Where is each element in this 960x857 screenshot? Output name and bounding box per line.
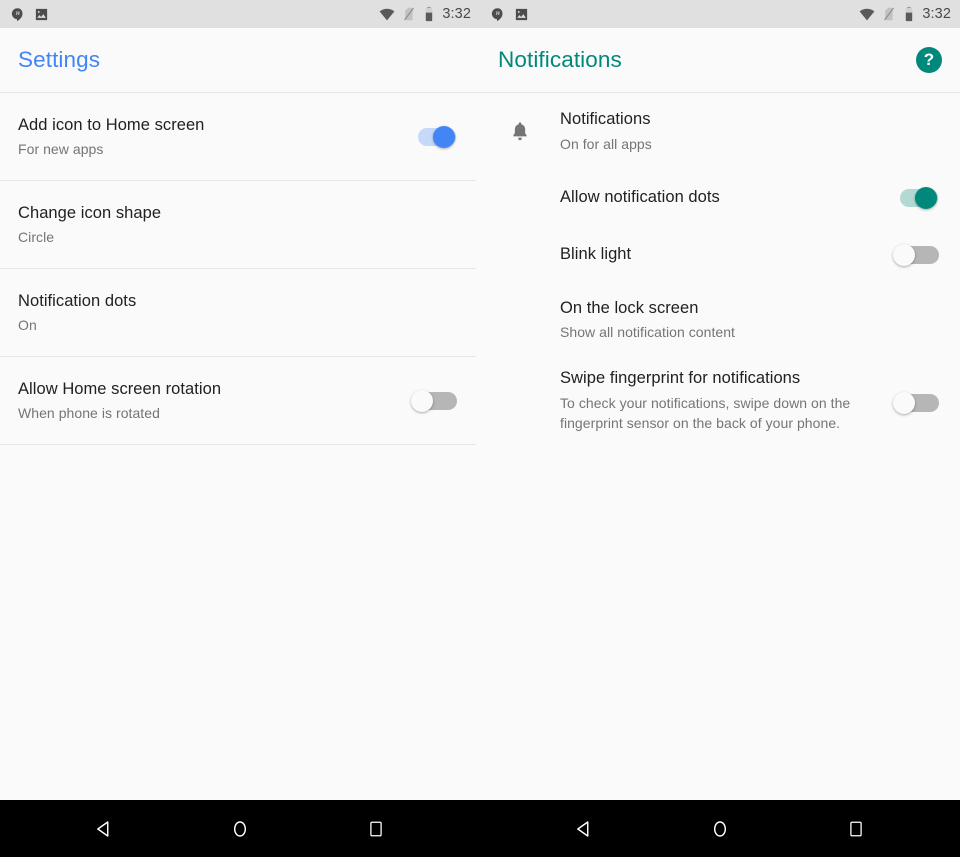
- wifi-icon: [380, 8, 395, 21]
- notifications-item-text: Swipe fingerprint for notifications To c…: [560, 356, 888, 433]
- status-bar-clock: 3:32: [922, 6, 951, 22]
- settings-item-title: Notification dots: [18, 291, 137, 310]
- recents-button[interactable]: [308, 800, 444, 857]
- bell-icon: [480, 93, 560, 169]
- notifications-item-text: Allow notification dots: [560, 187, 888, 208]
- swipe-fingerprint-toggle[interactable]: [893, 392, 940, 414]
- back-button[interactable]: [516, 800, 652, 857]
- toggle-thumb: [433, 125, 455, 148]
- settings-item-change-icon-shape[interactable]: Change icon shape Circle: [0, 181, 480, 268]
- settings-item-subtitle: For new apps: [18, 141, 104, 158]
- notifications-item-notifications[interactable]: Notifications On for all apps: [480, 93, 960, 169]
- notifications-panel: 3:32 Notifications ? Notifications On fo: [480, 0, 960, 800]
- status-bar-right: 3:32: [480, 0, 960, 28]
- system-navigation-bar: [0, 800, 960, 857]
- page-title: Notifications: [498, 47, 622, 72]
- no-sim-icon: [884, 7, 895, 21]
- battery-icon: [426, 6, 433, 22]
- settings-item-allow-home-screen-rotation[interactable]: Allow Home screen rotation When phone is…: [0, 357, 480, 444]
- switch-container: [888, 243, 940, 266]
- status-bar-left-icons: [10, 7, 49, 22]
- toggle-thumb: [915, 186, 937, 209]
- add-icon-to-home-screen-toggle[interactable]: [411, 125, 458, 148]
- home-button[interactable]: [652, 800, 788, 857]
- hangouts-icon: [491, 7, 503, 21]
- settings-panel: 3:32 Settings Add icon to Home screen Fo…: [0, 0, 480, 800]
- settings-item-text: Notification dots On: [18, 291, 458, 335]
- wifi-icon: [860, 8, 875, 21]
- switch-container: [406, 125, 458, 148]
- recents-button[interactable]: [788, 800, 924, 857]
- no-sim-icon: [404, 7, 415, 21]
- battery-icon: [906, 6, 913, 22]
- image-icon: [35, 8, 48, 20]
- hangouts-icon: [11, 7, 23, 21]
- notifications-item-text: Notifications On for all apps: [560, 109, 940, 153]
- settings-item-subtitle: On: [18, 317, 37, 334]
- settings-item-add-icon-to-home-screen[interactable]: Add icon to Home screen For new apps: [0, 93, 480, 180]
- help-icon-label: ?: [923, 50, 935, 69]
- switch-container: [888, 356, 940, 414]
- settings-item-text: Allow Home screen rotation When phone is…: [18, 379, 406, 423]
- switch-container: [406, 389, 458, 412]
- settings-item-text: Add icon to Home screen For new apps: [18, 115, 406, 159]
- notifications-app-bar: Notifications ?: [480, 28, 960, 93]
- toggle-thumb: [411, 389, 433, 412]
- settings-item-notification-dots[interactable]: Notification dots On: [0, 269, 480, 356]
- notifications-item-blink-light[interactable]: Blink light: [480, 226, 960, 283]
- notifications-item-title: Blink light: [560, 245, 632, 264]
- notifications-item-on-the-lock-screen[interactable]: On the lock screen Show all notification…: [480, 283, 960, 356]
- notifications-item-swipe-fingerprint[interactable]: Swipe fingerprint for notifications To c…: [480, 356, 960, 452]
- notifications-item-subtitle: To check your notifications, swipe down …: [560, 394, 851, 431]
- settings-list: Add icon to Home screen For new apps Cha…: [0, 93, 480, 445]
- toggle-thumb: [893, 243, 915, 266]
- android-split-screen: 3:32 Settings Add icon to Home screen Fo…: [0, 0, 960, 857]
- settings-item-subtitle: When phone is rotated: [18, 405, 160, 422]
- back-button[interactable]: [36, 800, 172, 857]
- page-title: Settings: [18, 47, 101, 72]
- status-bar-clock: 3:32: [442, 6, 471, 22]
- help-icon[interactable]: ?: [916, 47, 942, 73]
- status-bar-left: 3:32: [0, 0, 480, 28]
- status-bar-right-icons: 3:32: [859, 6, 951, 22]
- notifications-item-title: On the lock screen: [560, 298, 699, 317]
- notifications-item-subtitle: Show all notification content: [560, 324, 736, 341]
- navigation-bar-right: [480, 800, 960, 857]
- home-button[interactable]: [172, 800, 308, 857]
- notifications-item-allow-notification-dots[interactable]: Allow notification dots: [480, 169, 960, 226]
- settings-item-text: Change icon shape Circle: [18, 203, 458, 247]
- status-bar-left-icons: [490, 7, 529, 22]
- settings-app-bar: Settings: [0, 28, 480, 93]
- settings-item-title: Allow Home screen rotation: [18, 379, 222, 398]
- notifications-item-title: Allow notification dots: [560, 188, 720, 207]
- switch-container: [888, 186, 940, 209]
- blink-light-toggle[interactable]: [893, 243, 940, 266]
- notifications-item-subtitle: On for all apps: [560, 135, 652, 152]
- notifications-item-title: Notifications: [560, 110, 651, 129]
- settings-item-title: Add icon to Home screen: [18, 115, 205, 134]
- list-divider: [0, 444, 476, 445]
- allow-home-screen-rotation-toggle[interactable]: [411, 389, 458, 412]
- notifications-item-text: On the lock screen Show all notification…: [560, 298, 940, 342]
- settings-item-subtitle: Circle: [18, 229, 55, 246]
- notifications-list: Notifications On for all apps Allow noti…: [480, 93, 960, 452]
- settings-item-title: Change icon shape: [18, 203, 162, 222]
- status-bar-right-icons: 3:32: [379, 6, 471, 22]
- image-icon: [515, 8, 528, 20]
- toggle-thumb: [893, 392, 915, 414]
- notifications-item-text: Blink light: [560, 244, 888, 265]
- allow-notification-dots-toggle[interactable]: [893, 186, 940, 209]
- notifications-item-title: Swipe fingerprint for notifications: [560, 369, 801, 387]
- navigation-bar-left: [0, 800, 480, 857]
